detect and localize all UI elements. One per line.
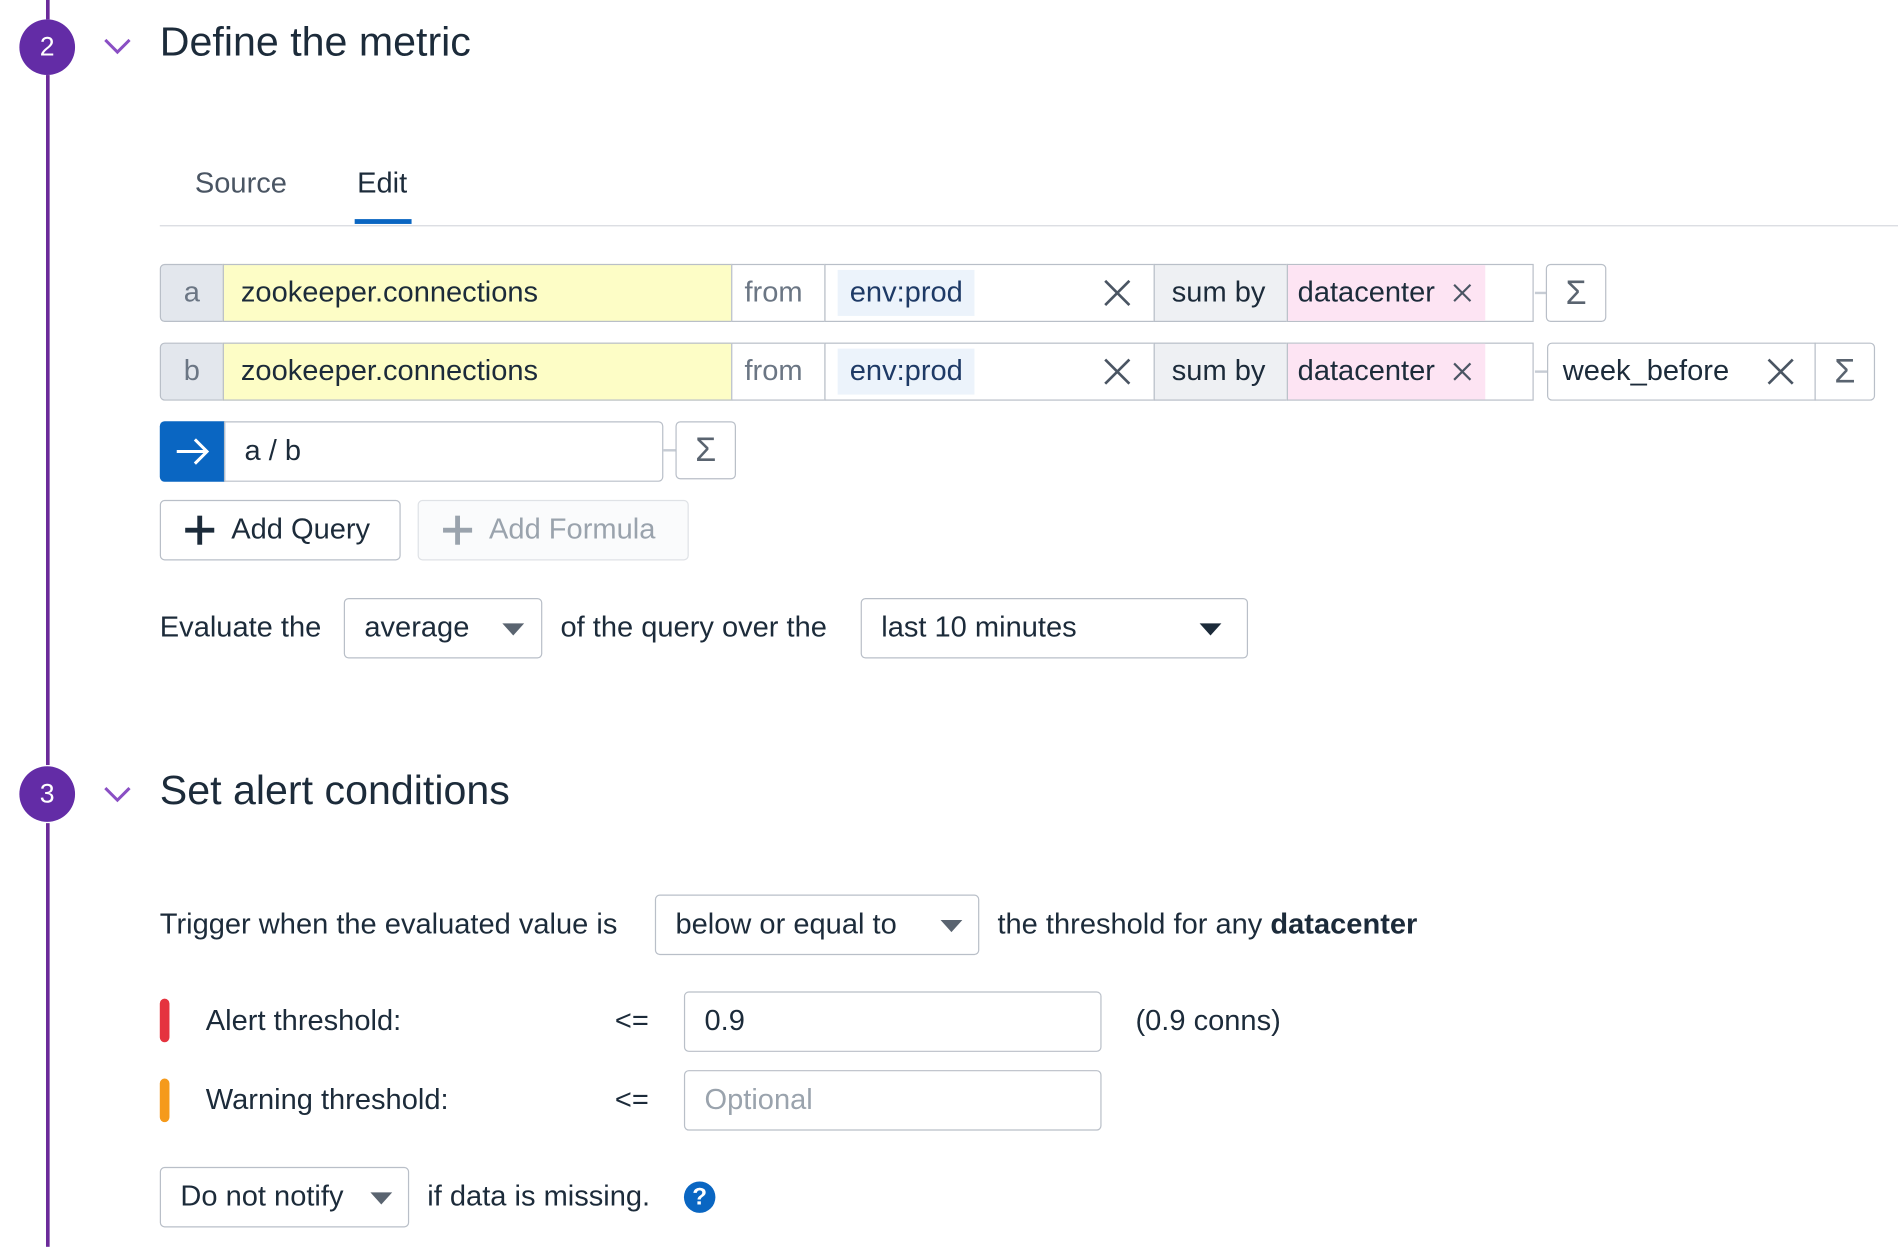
active-tab-indicator	[354, 219, 412, 224]
scope-field[interactable]: env:prod	[824, 263, 1155, 322]
chevron-down-icon[interactable]	[103, 31, 132, 60]
monitor-editor: 2 Define the metric Source Edit a zookee…	[0, 0, 1898, 1247]
warning-operator: <=	[614, 1083, 649, 1117]
chevron-down-icon	[370, 1192, 393, 1205]
formula-row: a / b Σ	[159, 421, 741, 482]
query-label: b	[159, 342, 224, 401]
warning-color-bar	[159, 1078, 170, 1123]
trigger-group: datacenter	[1270, 907, 1418, 941]
step-title: Set alert conditions	[159, 767, 510, 814]
add-function-button[interactable]: Σ	[1545, 263, 1607, 322]
warning-threshold-input[interactable]: Optional	[683, 1070, 1102, 1131]
group-tag: datacenter	[1287, 265, 1486, 321]
alert-threshold-value: 0.9	[704, 1004, 745, 1038]
help-icon[interactable]: ?	[683, 1181, 716, 1213]
aggregation-select[interactable]: average	[343, 597, 543, 659]
time-window-value: last 10 minutes	[881, 611, 1077, 644]
formula-arrow-icon	[159, 421, 226, 482]
comparator-select[interactable]: below or equal to	[654, 894, 980, 956]
add-query-button[interactable]: Add Query	[159, 499, 401, 561]
alert-operator: <=	[614, 1004, 649, 1038]
add-function-button[interactable]: Σ	[1814, 342, 1876, 401]
query-row-a: a zookeeper.connections from env:prod su…	[159, 263, 1613, 325]
remove-function-icon[interactable]	[1766, 357, 1795, 386]
step-title: Define the metric	[159, 19, 471, 66]
clear-icon[interactable]	[1103, 278, 1132, 307]
scope-tag: env:prod	[837, 348, 975, 395]
clear-icon[interactable]	[1103, 357, 1132, 386]
chevron-down-icon	[1199, 623, 1222, 636]
step-number-badge: 3	[19, 766, 76, 822]
missing-data-value: Do not notify	[180, 1180, 344, 1213]
aggregation-label[interactable]: sum by	[1153, 342, 1288, 401]
evaluate-middle: of the query over the	[560, 611, 827, 644]
add-query-label: Add Query	[231, 513, 371, 546]
tab-edit[interactable]: Edit	[357, 167, 407, 201]
missing-data-suffix: if data is missing.	[427, 1180, 651, 1213]
missing-data-select[interactable]: Do not notify	[159, 1166, 410, 1228]
function-label: week_before	[1562, 354, 1730, 388]
remove-tag-icon[interactable]	[1452, 361, 1474, 383]
query-tabs: Source Edit	[159, 157, 1898, 227]
query-row-b: b zookeeper.connections from env:prod su…	[159, 342, 1879, 404]
timeline-line	[45, 823, 50, 1247]
time-window-select[interactable]: last 10 minutes	[860, 597, 1249, 659]
group-by-field[interactable]: datacenter	[1286, 263, 1534, 322]
function-field[interactable]: week_before	[1547, 342, 1816, 401]
remove-tag-icon[interactable]	[1452, 282, 1474, 304]
add-formula-label: Add Formula	[489, 513, 656, 546]
add-function-button[interactable]: Σ	[675, 421, 736, 480]
chevron-down-icon	[940, 919, 963, 933]
scope-field[interactable]: env:prod	[824, 342, 1155, 401]
trigger-suffix-text: the threshold for any	[997, 907, 1263, 941]
query-label: a	[159, 263, 224, 322]
alert-threshold-input[interactable]: 0.9	[683, 991, 1102, 1052]
metric-field[interactable]: zookeeper.connections	[222, 342, 733, 401]
timeline-line	[45, 0, 50, 20]
alert-threshold-note: (0.9 conns)	[1135, 1004, 1281, 1038]
timeline-line	[45, 75, 50, 766]
chevron-down-icon	[502, 623, 525, 636]
chevron-down-icon[interactable]	[103, 780, 132, 809]
alert-color-bar	[159, 998, 170, 1043]
plus-icon	[443, 515, 473, 545]
trigger-prefix: Trigger when the evaluated value is	[159, 907, 618, 941]
plus-icon	[185, 515, 215, 545]
from-label: from	[731, 263, 826, 322]
formula-input[interactable]: a / b	[223, 421, 664, 482]
metric-field[interactable]: zookeeper.connections	[222, 263, 733, 322]
warning-threshold-placeholder: Optional	[704, 1083, 813, 1117]
aggregation-label[interactable]: sum by	[1153, 263, 1288, 322]
evaluate-prefix: Evaluate the	[159, 611, 322, 644]
tab-source[interactable]: Source	[195, 167, 287, 201]
step-number-badge: 2	[19, 19, 76, 76]
warning-threshold-label: Warning threshold:	[205, 1083, 449, 1117]
from-label: from	[731, 342, 826, 401]
group-tag-label: datacenter	[1297, 354, 1435, 388]
group-tag: datacenter	[1287, 343, 1486, 400]
trigger-suffix: the threshold for any datacenter	[997, 908, 1417, 942]
add-formula-button[interactable]: Add Formula	[417, 499, 689, 561]
group-tag-label: datacenter	[1297, 275, 1435, 309]
comparator-value: below or equal to	[675, 907, 897, 941]
alert-threshold-label: Alert threshold:	[205, 1004, 402, 1038]
aggregation-value: average	[364, 611, 470, 644]
scope-tag: env:prod	[837, 269, 975, 316]
group-by-field[interactable]: datacenter	[1286, 342, 1534, 401]
